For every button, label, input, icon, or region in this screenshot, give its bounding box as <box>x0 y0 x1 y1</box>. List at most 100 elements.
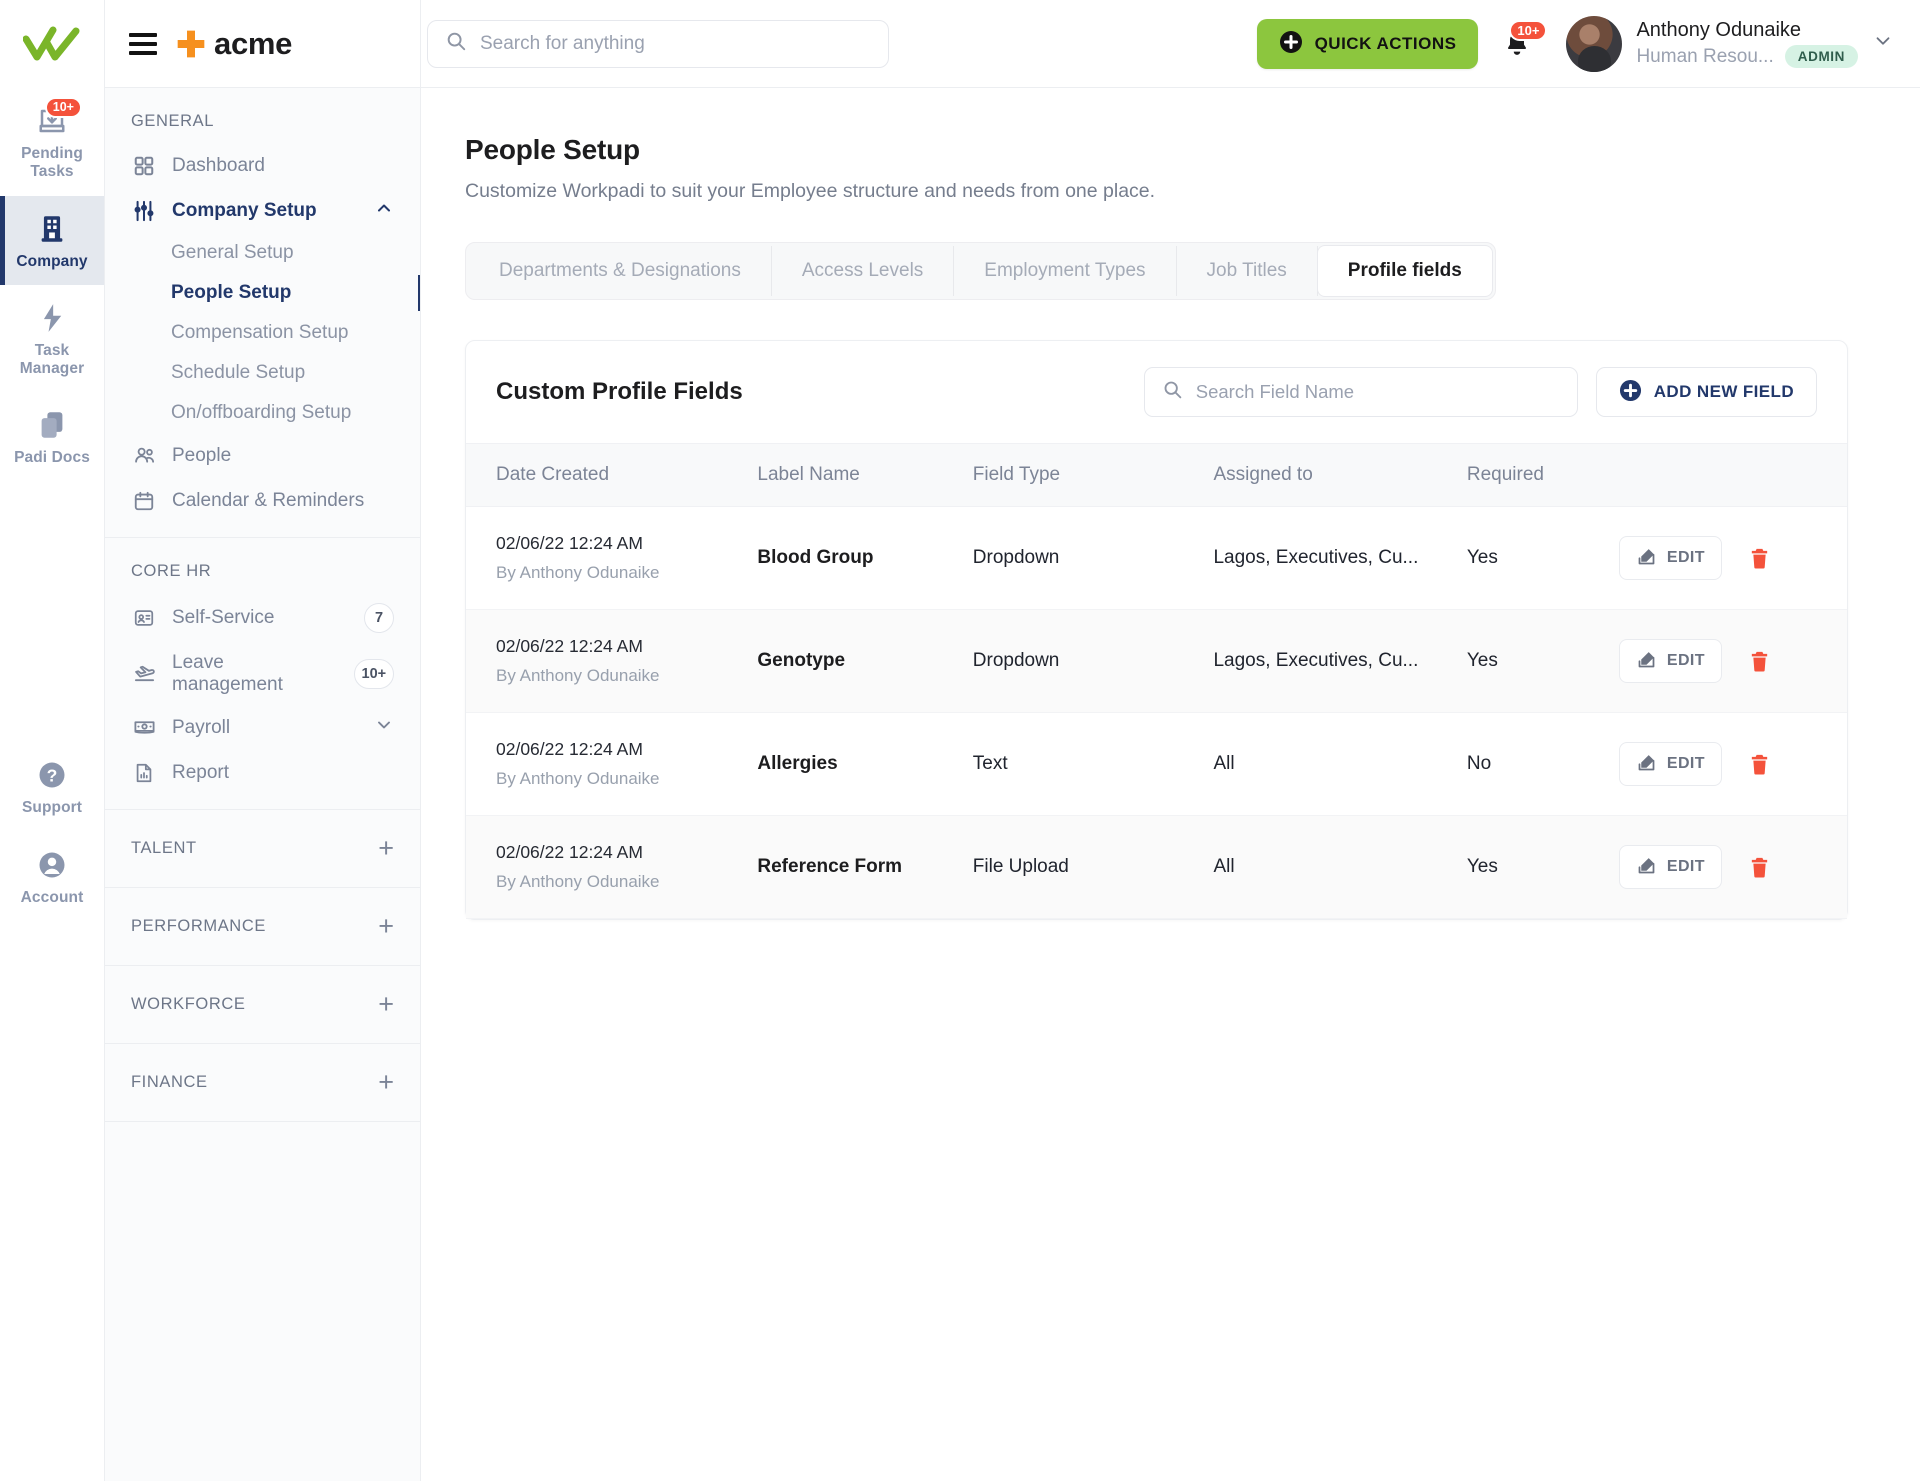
cell-assigned-to: All <box>1213 856 1235 877</box>
field-search-input[interactable] <box>1195 381 1560 403</box>
tab-employment-types[interactable]: Employment Types <box>954 246 1177 296</box>
cell-actions: EDIT <box>1618 507 1847 610</box>
chevron-down-icon[interactable] <box>1872 30 1894 57</box>
sidebar-subitem-schedule-setup[interactable]: Schedule Setup <box>105 353 420 393</box>
edit-button[interactable]: EDIT <box>1618 742 1722 786</box>
card-header: Custom Profile Fields ADD NEW FIELD <box>466 341 1847 443</box>
global-search[interactable] <box>427 19 889 68</box>
delete-button[interactable] <box>1744 543 1775 574</box>
notifications-button[interactable]: 10+ <box>1500 19 1548 64</box>
cell-required: Yes <box>1466 547 1498 568</box>
field-search[interactable] <box>1143 367 1578 417</box>
chevron-down-icon[interactable] <box>374 715 394 741</box>
sidebar-section-finance[interactable]: FINANCE + <box>105 1044 420 1122</box>
rail-item-label: Padi Docs <box>14 449 90 467</box>
tab-access-levels[interactable]: Access Levels <box>772 246 955 296</box>
edit-button[interactable]: EDIT <box>1618 845 1722 889</box>
sidebar-item-leave-management[interactable]: Leave management 10+ <box>105 642 420 705</box>
delete-button[interactable] <box>1744 749 1775 780</box>
sidebar-subitem-compensation-setup[interactable]: Compensation Setup <box>105 313 420 353</box>
brand-logo[interactable]: acme <box>175 26 292 62</box>
tab-job-titles[interactable]: Job Titles <box>1177 246 1318 296</box>
table-row[interactable]: 02/06/22 12:24 AM By Anthony Odunaike Ge… <box>466 609 1847 713</box>
app-logo[interactable] <box>0 0 104 88</box>
add-new-field-button[interactable]: ADD NEW FIELD <box>1595 367 1817 417</box>
sidebar-item-report[interactable]: Report <box>105 750 420 795</box>
sidebar-item-company-setup[interactable]: Company Setup <box>105 188 420 233</box>
user-menu[interactable]: Anthony Odunaike Human Resou... ADMIN <box>1556 15 1894 72</box>
sidebar-nav: GENERAL Dashboard Company Setup General … <box>105 88 420 1481</box>
card-title: Custom Profile Fields <box>496 378 743 405</box>
cell-actions: EDIT <box>1618 816 1847 919</box>
sidebar-section-performance[interactable]: PERFORMANCE + <box>105 888 420 966</box>
tab-departments-designations[interactable]: Departments & Designations <box>469 246 772 296</box>
sidebar-item-payroll[interactable]: Payroll <box>105 705 420 750</box>
search-input[interactable] <box>480 32 871 55</box>
table-header: Date Created Label Name Field Type Assig… <box>466 443 1847 507</box>
cell-assigned-to: Lagos, Executives, Cu... <box>1213 547 1419 568</box>
edit-button[interactable]: EDIT <box>1618 536 1722 580</box>
row-date: 02/06/22 12:24 AM <box>496 636 643 656</box>
column-header-label-name: Label Name <box>757 443 973 507</box>
plus-icon[interactable]: + <box>378 1069 394 1096</box>
page-subtitle: Customize Workpadi to suit your Employee… <box>465 180 1156 202</box>
column-header-date-created: Date Created <box>466 443 758 507</box>
grid-icon <box>131 153 157 179</box>
rail-item-pending-tasks[interactable]: 10+ Pending Tasks <box>0 88 104 196</box>
rail-item-label: Account <box>20 888 84 906</box>
trash-icon <box>1751 548 1768 568</box>
sidebar-item-dashboard[interactable]: Dashboard <box>105 143 420 188</box>
rail-item-company[interactable]: Company <box>0 195 104 286</box>
table-row[interactable]: 02/06/22 12:24 AM By Anthony Odunaike Al… <box>466 713 1847 816</box>
edit-pencil-icon <box>1636 752 1657 776</box>
sidebar-section-title: FINANCE <box>131 1073 208 1091</box>
cell-label-name: Reference Form <box>757 856 903 877</box>
rail-item-support[interactable]: ? Support <box>0 742 104 831</box>
sidebar-item-self-service[interactable]: Self-Service 7 <box>105 593 420 642</box>
sidebar-subitem-onoffboarding-setup[interactable]: On/offboarding Setup <box>105 393 420 433</box>
rail-item-label: Company <box>16 252 88 270</box>
delete-button[interactable] <box>1744 646 1775 677</box>
sidebar-section-talent[interactable]: TALENT + <box>105 810 420 888</box>
delete-button[interactable] <box>1744 852 1775 883</box>
edit-button[interactable]: EDIT <box>1618 639 1722 683</box>
people-icon <box>131 443 157 469</box>
leave-management-count: 10+ <box>353 658 394 689</box>
rail-item-account[interactable]: Account <box>0 832 104 921</box>
rail-item-padi-docs[interactable]: Padi Docs <box>0 392 104 481</box>
cell-required: Yes <box>1466 650 1498 671</box>
quick-actions-button[interactable]: QUICK ACTIONS <box>1256 18 1479 69</box>
sidebar-section-title: TALENT <box>131 839 197 857</box>
plane-icon <box>131 661 157 687</box>
plus-icon[interactable]: + <box>378 835 394 862</box>
table-row[interactable]: 02/06/22 12:24 AM By Anthony Odunaike Bl… <box>466 507 1847 610</box>
edit-button-label: EDIT <box>1666 652 1705 669</box>
plus-icon[interactable]: + <box>378 991 394 1018</box>
account-circle-icon <box>35 848 69 882</box>
brand-bar: acme <box>105 0 420 88</box>
inbox-download-icon: 10+ <box>35 97 82 138</box>
cell-date-created: 02/06/22 12:24 AM By Anthony Odunaike <box>466 713 757 816</box>
tab-profile-fields[interactable]: Profile fields <box>1317 246 1492 296</box>
trash-icon <box>1751 754 1768 774</box>
rail-item-task-manager[interactable]: Task Manager <box>0 285 104 393</box>
nav-group-title: GENERAL <box>131 112 215 130</box>
column-header-field-type: Field Type <box>972 443 1214 507</box>
plus-circle-icon <box>1279 30 1303 57</box>
row-created-by: By Anthony Odunaike <box>496 872 660 891</box>
sidebar-item-label: Company Setup <box>172 199 317 221</box>
chevron-up-icon[interactable] <box>374 198 394 224</box>
sidebar-section-workforce[interactable]: WORKFORCE + <box>105 966 420 1044</box>
id-card-icon <box>131 605 157 631</box>
edit-pencil-icon <box>1636 546 1657 570</box>
plus-icon[interactable]: + <box>378 913 394 940</box>
table-row[interactable]: 02/06/22 12:24 AM By Anthony Odunaike Re… <box>466 815 1847 919</box>
sidebar-subitem-general-setup[interactable]: General Setup <box>105 233 420 273</box>
edit-pencil-icon <box>1636 649 1657 673</box>
cell-assigned-to: Lagos, Executives, Cu... <box>1213 650 1419 671</box>
sidebar-subitem-people-setup[interactable]: People Setup <box>105 273 420 313</box>
hamburger-menu-icon[interactable] <box>129 32 157 55</box>
cell-label-name: Genotype <box>757 650 846 671</box>
sidebar-item-people[interactable]: People <box>105 433 420 478</box>
sidebar-item-calendar-reminders[interactable]: Calendar & Reminders <box>105 478 420 523</box>
